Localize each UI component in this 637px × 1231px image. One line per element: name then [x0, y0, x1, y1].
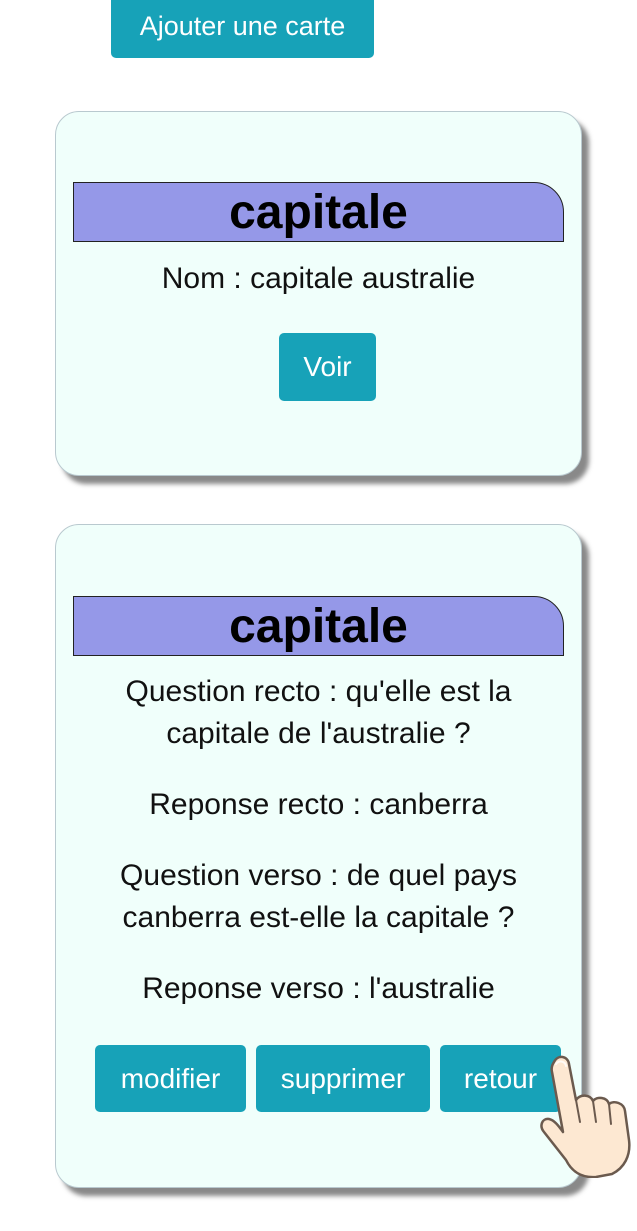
question-recto-text: Question recto : qu'elle est la capitale… — [125, 675, 512, 750]
delete-button[interactable]: supprimer — [256, 1045, 430, 1112]
modify-button[interactable]: modifier — [95, 1045, 246, 1112]
card-name-text: Nom : capitale australie — [161, 262, 476, 295]
reponse-recto-text: Reponse recto : canberra — [149, 788, 488, 821]
view-button[interactable]: Voir — [279, 333, 376, 401]
card-summary: capitale Nom : capitale australie Voir — [55, 111, 582, 476]
add-card-button[interactable]: Ajouter une carte — [111, 0, 374, 58]
card-category-header: capitale — [73, 182, 564, 242]
card-category-header: capitale — [73, 596, 564, 656]
card-detail: capitale Question recto : qu'elle est la… — [55, 524, 582, 1188]
pointing-hand-icon — [540, 1055, 631, 1178]
reponse-verso-text: Reponse verso : l'australie — [142, 972, 495, 1005]
question-verso-text: Question verso : de quel pays canberra e… — [120, 859, 517, 934]
